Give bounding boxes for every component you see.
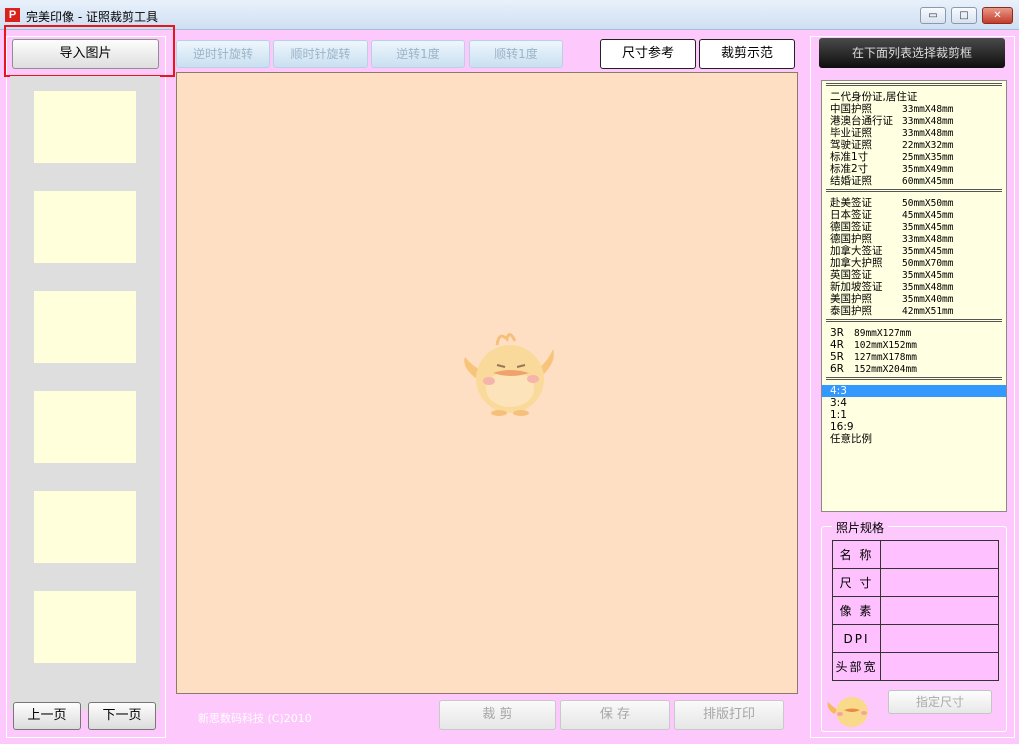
spec-label-pixels: 像 素: [832, 596, 881, 625]
list-item[interactable]: 新加坡签证 35mmX48mm: [822, 281, 1006, 293]
list-item[interactable]: 3R 89mmX127mm: [822, 327, 1006, 339]
thumbnail-slot[interactable]: [34, 291, 136, 363]
list-item[interactable]: 二代身份证,居住证: [822, 91, 1006, 103]
list-item[interactable]: 日本签证 45mmX45mm: [822, 209, 1006, 221]
list-item[interactable]: 标准2寸 35mmX49mm: [822, 163, 1006, 175]
image-canvas[interactable]: [176, 72, 798, 694]
crop-size-list[interactable]: 二代身份证,居住证 中国护照 33mmX48mm 港澳台通行证 33mmX48mm …: [821, 80, 1007, 512]
list-separator: [826, 319, 1002, 327]
prev-page-button[interactable]: 上一页: [13, 702, 81, 730]
spec-value-head-width: [880, 652, 999, 681]
list-item[interactable]: 结婚证照 60mmX45mm: [822, 175, 1006, 187]
crop-demo-button[interactable]: 裁剪示范: [699, 39, 795, 69]
import-image-button[interactable]: 导入图片: [12, 39, 159, 69]
list-item[interactable]: 德国签证 35mmX45mm: [822, 221, 1006, 233]
list-item[interactable]: 美国护照 35mmX40mm: [822, 293, 1006, 305]
next-page-button[interactable]: 下一页: [88, 702, 156, 730]
size-reference-button[interactable]: 尺寸参考: [600, 39, 696, 69]
list-item[interactable]: 驾驶证照 22mmX32mm: [822, 139, 1006, 151]
spec-value-dpi: [880, 624, 999, 653]
rotate-cw-1deg-button[interactable]: 顺转1度: [469, 40, 563, 68]
copyright-text: 新思数码科技 (C)2010: [198, 712, 312, 725]
list-item[interactable]: 1:1: [822, 409, 1006, 421]
thumbnail-slot[interactable]: [34, 191, 136, 263]
list-separator: [826, 189, 1002, 197]
rotate-ccw-1deg-button[interactable]: 逆转1度: [371, 40, 465, 68]
list-item[interactable]: 3:4: [822, 397, 1006, 409]
thumbnail-panel: [10, 76, 160, 710]
list-item[interactable]: 加拿大签证 35mmX45mm: [822, 245, 1006, 257]
spec-label-head-width: 头部宽: [832, 652, 881, 681]
list-item-selected[interactable]: 4:3: [822, 385, 1006, 397]
list-item[interactable]: 泰国护照 42mmX51mm: [822, 305, 1006, 317]
mascot-icon: [827, 697, 868, 727]
layout-print-button[interactable]: 排版打印: [674, 700, 784, 730]
assign-size-button[interactable]: 指定尺寸: [888, 690, 992, 714]
list-item[interactable]: 中国护照 33mmX48mm: [822, 103, 1006, 115]
save-button[interactable]: 保 存: [560, 700, 670, 730]
spec-label-size: 尺 寸: [832, 568, 881, 597]
photo-spec-table: 名 称 尺 寸 像 素 DPI 头部宽: [832, 540, 999, 681]
list-item[interactable]: 4R 102mmX152mm: [822, 339, 1006, 351]
list-item[interactable]: 5R 127mmX178mm: [822, 351, 1006, 363]
list-separator: [826, 377, 1002, 385]
spec-label-name: 名 称: [832, 540, 881, 569]
rotate-cw-button[interactable]: 顺时针旋转: [273, 40, 368, 68]
window-title: 完美印像 - 证照裁剪工具: [26, 10, 158, 24]
list-item[interactable]: 任意比例: [822, 433, 1006, 445]
spec-value-pixels: [880, 596, 999, 625]
list-item[interactable]: 英国签证 35mmX45mm: [822, 269, 1006, 281]
spec-value-size: [880, 568, 999, 597]
list-item[interactable]: 德国护照 33mmX48mm: [822, 233, 1006, 245]
list-item[interactable]: 6R 152mmX204mm: [822, 363, 1006, 375]
spec-value-name: [880, 540, 999, 569]
minimize-button[interactable]: ▭: [920, 7, 946, 24]
title-bar: P 完美印像 - 证照裁剪工具 ▭ □ ✕: [0, 0, 1019, 30]
list-item[interactable]: 港澳台通行证 33mmX48mm: [822, 115, 1006, 127]
rotate-ccw-button[interactable]: 逆时针旋转: [176, 40, 270, 68]
list-item[interactable]: 16:9: [822, 421, 1006, 433]
thumbnail-slot[interactable]: [34, 91, 136, 163]
photo-spec-legend: 照片规格: [832, 519, 889, 536]
list-item[interactable]: 加拿大护照 50mmX70mm: [822, 257, 1006, 269]
crop-frame-hint: 在下面列表选择裁剪框: [819, 38, 1005, 68]
app-icon: P: [5, 8, 20, 22]
list-item[interactable]: 赴美签证 50mmX50mm: [822, 197, 1006, 209]
crop-button[interactable]: 裁 剪: [439, 700, 556, 730]
thumbnail-slot[interactable]: [34, 391, 136, 463]
list-item[interactable]: 毕业证照 33mmX48mm: [822, 127, 1006, 139]
maximize-button[interactable]: □: [951, 7, 977, 24]
list-separator: [826, 83, 1002, 91]
list-item[interactable]: 标准1寸 25mmX35mm: [822, 151, 1006, 163]
mascot-logo: [464, 333, 554, 416]
thumbnail-slot[interactable]: [34, 591, 136, 663]
close-button[interactable]: ✕: [982, 7, 1013, 24]
spec-label-dpi: DPI: [832, 624, 881, 653]
thumbnail-slot[interactable]: [34, 491, 136, 563]
